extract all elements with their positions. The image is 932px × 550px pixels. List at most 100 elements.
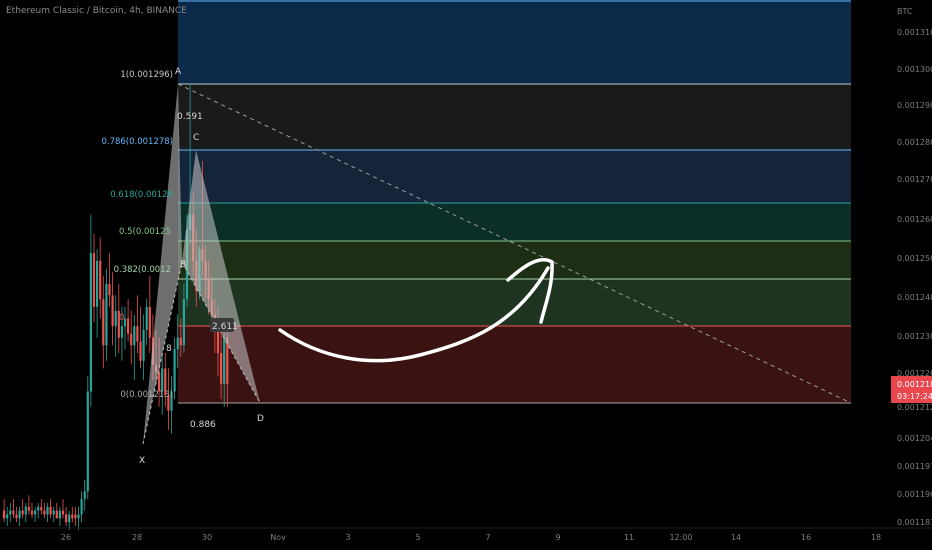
candle-body: [9, 510, 12, 515]
candle-body: [161, 368, 164, 392]
price-tick: 0.001212: [897, 403, 932, 412]
candle-body: [34, 510, 37, 515]
candle-body: [176, 337, 179, 350]
time-tick: 7: [485, 533, 490, 542]
candle-body: [120, 326, 123, 338]
candle-body: [130, 333, 133, 346]
price-tick: 0.001240: [897, 293, 932, 302]
ratio-xab-label: 0.591: [177, 112, 203, 122]
time-tick: 12:00: [669, 533, 692, 542]
candle-body: [30, 510, 34, 515]
candle-body: [46, 506, 49, 515]
candle-body: [182, 299, 185, 346]
candle-body: [133, 326, 136, 346]
fib-label-1: 1(0.001296): [120, 70, 173, 80]
candle-body: [216, 329, 220, 354]
candle-body: [220, 353, 223, 384]
candle-body: [52, 510, 55, 515]
ratio-xad-label: 0.886: [190, 420, 216, 430]
time-tick: 5: [415, 533, 420, 542]
candle-body: [6, 514, 9, 519]
candle-body: [111, 295, 114, 327]
fib-zone-0382-0236: [178, 279, 851, 326]
fib-zone-0786-0618: [178, 150, 851, 203]
fib-label-05: 0.5(0.00125: [119, 227, 171, 237]
candle-body: [145, 306, 148, 330]
time-tick: 9: [555, 533, 560, 542]
ratio-abc-label: 8: [166, 344, 172, 354]
time-tick: Nov: [270, 533, 286, 542]
price-tick: 0.001250: [897, 254, 932, 263]
point-a-label: A: [175, 67, 182, 77]
candle-body: [24, 506, 27, 515]
time-tick: 16: [801, 533, 811, 542]
candle-body: [55, 510, 58, 519]
current-price-value: 0.001218: [897, 380, 932, 389]
candle-body: [18, 510, 21, 519]
point-d-label: D: [257, 414, 264, 424]
fib-zone-0236-0: [178, 326, 851, 403]
candle-body: [96, 260, 99, 307]
candle-body: [127, 318, 130, 334]
candle-body: [40, 506, 43, 511]
candle-body: [21, 510, 24, 515]
price-tick: 0.001190: [897, 490, 932, 499]
candle-body: [89, 253, 92, 392]
symbol-title[interactable]: Ethereum Classic / Bitcoin, 4h, BINANCE: [6, 6, 187, 16]
fib-label-0786: 0.786(0.001278): [101, 137, 173, 147]
candle-body: [68, 514, 71, 523]
candle-body: [83, 491, 86, 500]
time-tick: 28: [132, 533, 142, 542]
candle-body: [3, 510, 6, 519]
time-tick: 3: [345, 533, 350, 542]
price-tick: 0.001260: [897, 215, 932, 224]
candle-body: [65, 514, 68, 523]
time-tick: 11: [624, 533, 634, 542]
candle-body: [61, 510, 65, 515]
fib-retracement[interactable]: [177, 0, 852, 404]
candle-body: [108, 283, 111, 296]
point-x-label: X: [139, 456, 145, 466]
candle-body: [136, 326, 139, 342]
time-tick: 18: [871, 533, 881, 542]
fib-label-0: 0(0.001213): [120, 390, 173, 400]
point-b-label: B: [180, 260, 186, 270]
candle-body: [105, 283, 108, 346]
candle-body: [86, 391, 89, 492]
candle-body: [77, 514, 80, 519]
candle-body: [179, 337, 182, 346]
candle-body: [173, 349, 176, 392]
candle-body: [15, 514, 18, 519]
price-tick: 0.001270: [897, 175, 932, 184]
candle-body: [49, 506, 52, 515]
candle-body: [148, 306, 151, 338]
candle-body: [43, 510, 46, 515]
candle-body: [12, 510, 15, 515]
time-tick: 14: [731, 533, 741, 542]
candle-body: [58, 510, 61, 519]
candle-body: [27, 506, 30, 511]
fib-label-0618: 0.618(0.00126: [110, 190, 173, 200]
countdown-timer: 03:17:24: [897, 392, 932, 401]
candle-body: [92, 253, 96, 307]
price-tick: 0.001230: [897, 332, 932, 341]
candle-body: [114, 310, 117, 327]
time-tick: 26: [61, 533, 71, 542]
candle-body: [139, 341, 142, 361]
candle-body: [99, 260, 102, 300]
price-axis-currency: BTC: [897, 7, 913, 16]
candle-body: [142, 329, 145, 361]
candle-body: [74, 514, 77, 519]
price-chart[interactable]: 1(0.001296) 0.786(0.001278) 0.618(0.0012…: [0, 0, 932, 550]
fib-zone-0618-05: [178, 203, 851, 241]
price-tick: 0.001204: [897, 434, 932, 443]
fib-zone-1-0786: [178, 84, 851, 150]
candle-body: [80, 499, 83, 515]
candle-body: [223, 337, 226, 384]
fib-label-0382: 0.382(0.0012: [114, 265, 171, 275]
fib-label-0236: 0.: [119, 313, 127, 323]
price-tick: 0.001197: [897, 462, 932, 471]
fib-zone-top: [178, 0, 851, 84]
candle-body: [102, 299, 105, 346]
candle-body: [158, 372, 161, 392]
